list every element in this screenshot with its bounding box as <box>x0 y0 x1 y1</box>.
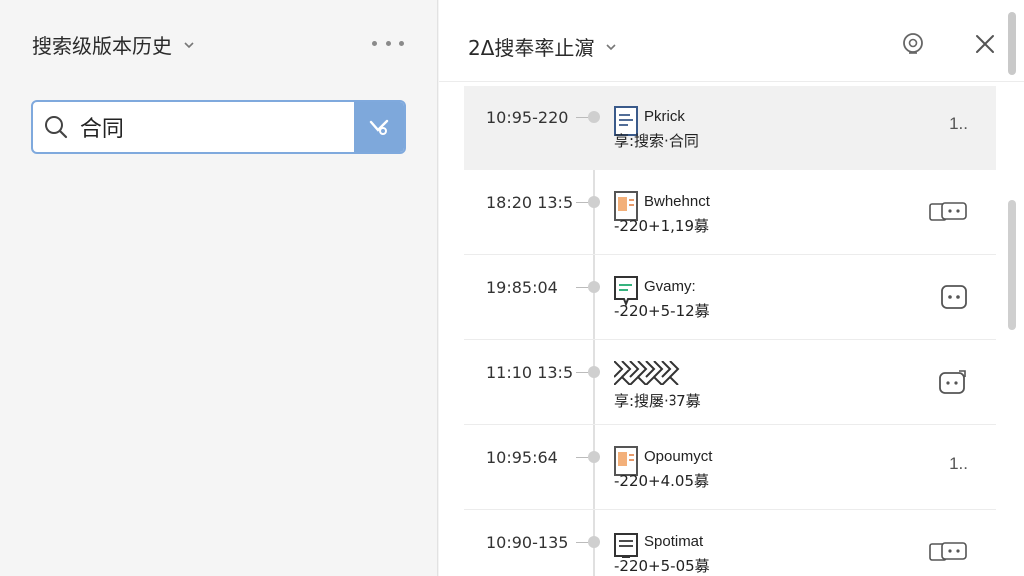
version-name: Bwhehnct <box>644 193 710 210</box>
version-row[interactable]: 10:95:64 Opoumyct -220+4.05募 1.. <box>464 426 996 510</box>
timeline-dot <box>588 366 600 378</box>
version-name: Gvamy: <box>644 278 696 295</box>
share-icon[interactable] <box>938 369 968 395</box>
timeline-dot <box>588 536 600 548</box>
search-icon <box>33 102 80 152</box>
version-time: 10:90-135 <box>486 533 569 552</box>
version-meta: -220+4.05募 <box>614 472 710 490</box>
version-row[interactable]: 18:20 13:5 Bwhehnct -220+1,19募 <box>464 171 996 255</box>
timeline-dot <box>588 196 600 208</box>
doc-pattern-icon <box>614 361 680 385</box>
scrollbar-thumb[interactable] <box>1008 12 1016 75</box>
timeline-connector <box>576 117 588 118</box>
version-filter-dropdown[interactable]: 2Δ搜奉率止濵 <box>468 32 618 61</box>
more-options-icon[interactable] <box>372 32 404 54</box>
version-row[interactable]: 11:10 13:5 享:搜屡·ᢃ7募 <box>464 341 996 425</box>
version-meta: -220+5-12募 <box>614 302 710 320</box>
search-submit-button[interactable] <box>353 102 404 152</box>
timeline-connector <box>576 372 588 373</box>
version-name: Pkrick <box>644 108 685 125</box>
version-row[interactable]: 10:95-220 Pkrick 享:搜索·合同 1.. <box>464 86 996 170</box>
close-icon[interactable] <box>971 30 999 58</box>
version-time: 10:95:64 <box>486 448 558 467</box>
version-meta: -220+5-05募 <box>614 557 710 575</box>
scrollbar-thumb-lower[interactable] <box>1008 200 1016 330</box>
search-input[interactable] <box>79 102 354 152</box>
version-name: Opoumyct <box>644 448 713 465</box>
version-meta: 享:搜索·合同 <box>614 132 699 150</box>
version-time: 18:20 13:5 <box>486 193 574 212</box>
version-time: 10:95-220 <box>486 108 569 127</box>
timeline-connector <box>576 202 588 203</box>
version-row[interactable]: 10:90-135 Spotimat -220+5-05募 <box>464 511 996 576</box>
timeline-dot <box>588 111 600 123</box>
timeline-connector <box>576 457 588 458</box>
chat-icon[interactable] <box>928 199 968 223</box>
version-action-text[interactable]: 1.. <box>949 454 968 474</box>
chevron-down-icon <box>184 41 194 48</box>
timeline-connector <box>576 542 588 543</box>
version-meta: -220+1,19募 <box>614 217 710 235</box>
timeline-dot <box>588 451 600 463</box>
comment-icon[interactable] <box>940 284 968 310</box>
search-history-dropdown[interactable]: 搜索级版本历史 <box>32 30 196 59</box>
version-time: 11:10 13:5 <box>486 363 574 382</box>
search-box <box>31 100 406 154</box>
version-action-text[interactable]: 1.. <box>949 114 968 134</box>
version-row[interactable]: 19:85:04 Gvamy: -220+5-12募 <box>464 256 996 340</box>
chevron-down-icon <box>606 43 616 50</box>
timeline-dot <box>588 281 600 293</box>
version-history-header: 2Δ搜奉率止濵 <box>439 0 1024 82</box>
version-time: 19:85:04 <box>486 278 558 297</box>
chat-icon[interactable] <box>928 539 968 563</box>
search-submit-icon <box>369 119 389 135</box>
version-history-title: 2Δ搜奉率止濵 <box>468 36 595 60</box>
timeline-connector <box>576 287 588 288</box>
version-history-panel: 2Δ搜奉率止濵 10:95-220 Pkrick 享:搜索·合同 1.. 18:… <box>439 0 1024 576</box>
version-meta: 享:搜屡·ᢃ7募 <box>614 392 701 410</box>
location-icon[interactable] <box>899 30 927 58</box>
version-name: Spotimat <box>644 533 704 550</box>
search-panel-title: 搜索级版本历史 <box>32 34 172 58</box>
search-panel: 搜索级版本历史 <box>0 0 438 576</box>
